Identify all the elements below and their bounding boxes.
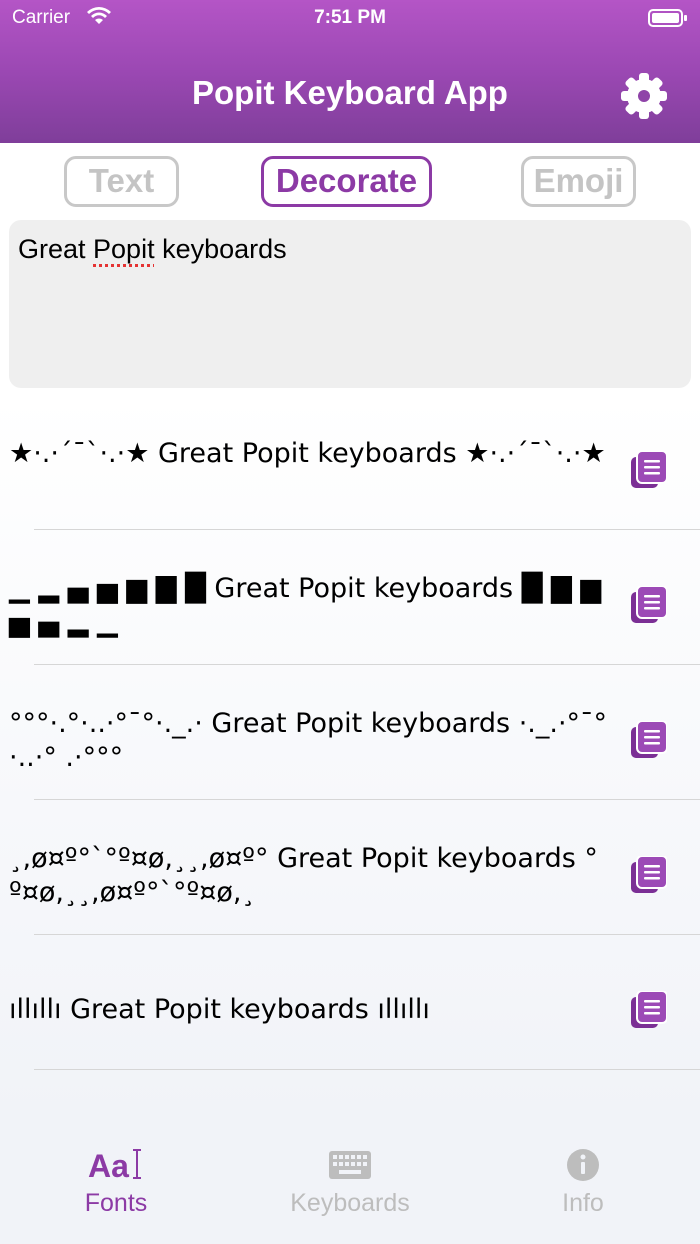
settings-button[interactable]	[618, 70, 670, 122]
result-text-5: ıllıllı Great Popit keyboards ıllıllı	[9, 994, 430, 1025]
copy-icon	[631, 720, 668, 758]
gear-icon	[621, 73, 667, 119]
copy-button-3[interactable]	[631, 720, 668, 759]
decorated-results-list: ★·.·´¯`·.·★ Great Popit keyboards ★·.·´¯…	[0, 395, 700, 1115]
fonts-icon: Aa	[88, 1148, 141, 1183]
battery-icon	[648, 8, 688, 34]
page-title: Popit Keyboard App	[192, 74, 508, 111]
result-text-1: ★·.·´¯`·.·★ Great Popit keyboards ★·.·´¯…	[9, 438, 606, 469]
tab-info-label: Info	[562, 1189, 604, 1217]
tab-keyboards-label: Keyboards	[290, 1189, 410, 1217]
copy-icon	[631, 990, 668, 1028]
result-text-4: ¸,ø¤º°`°º¤ø,¸¸,ø¤º° Great Popit keyboard…	[9, 843, 598, 908]
copy-icon	[631, 855, 668, 893]
result-text-3: °°°·.°·..·°¯°·._.· Great Popit keyboards…	[9, 708, 608, 773]
row-divider	[34, 1069, 700, 1070]
tab-fonts[interactable]: Aa Fonts	[16, 1145, 216, 1218]
result-row-5[interactable]: ıllıllı Great Popit keyboards ıllıllı	[0, 935, 700, 1070]
status-bar: Carrier 7:51 PM	[0, 0, 700, 36]
copy-button-4[interactable]	[631, 855, 668, 894]
segment-emoji[interactable]: Emoji	[521, 156, 636, 207]
tab-bar: Aa Fonts Keyboards Info	[0, 1115, 700, 1244]
tab-info[interactable]: Info	[483, 1145, 683, 1218]
copy-button-1[interactable]	[631, 450, 668, 489]
input-text-misspelled-word: Popit	[93, 234, 155, 264]
result-row-1[interactable]: ★·.·´¯`·.·★ Great Popit keyboards ★·.·´¯…	[0, 395, 700, 530]
copy-button-2[interactable]	[631, 585, 668, 624]
result-row-3[interactable]: °°°·.°·..·°¯°·._.· Great Popit keyboards…	[0, 665, 700, 800]
result-row-2[interactable]: ▁ ▂ ▄ ▅ ▆ ▇ █ Great Popit keyboards █ ▇ …	[0, 530, 700, 665]
header-bar: Carrier 7:51 PM Popit Keyboard App	[0, 0, 700, 143]
tab-fonts-label: Fonts	[84, 1189, 148, 1217]
tab-keyboards[interactable]: Keyboards	[250, 1145, 450, 1218]
copy-icon	[631, 450, 668, 488]
result-text-2: ▁ ▂ ▄ ▅ ▆ ▇ █ Great Popit keyboards █ ▇ …	[9, 573, 602, 638]
copy-icon	[631, 585, 668, 623]
keyboard-icon	[329, 1151, 371, 1179]
status-time: 7:51 PM	[314, 7, 386, 28]
svg-text:Aa: Aa	[88, 1148, 129, 1183]
input-text-end: keyboards	[154, 234, 287, 264]
input-text-start: Great	[18, 234, 94, 264]
segment-decorate[interactable]: Decorate	[261, 156, 432, 207]
input-text-area[interactable]: Great Popit keyboards	[9, 220, 691, 388]
segment-text[interactable]: Text	[64, 156, 179, 207]
result-row-4[interactable]: ¸,ø¤º°`°º¤ø,¸¸,ø¤º° Great Popit keyboard…	[0, 800, 700, 935]
info-icon	[567, 1149, 599, 1181]
copy-button-5[interactable]	[631, 990, 668, 1029]
